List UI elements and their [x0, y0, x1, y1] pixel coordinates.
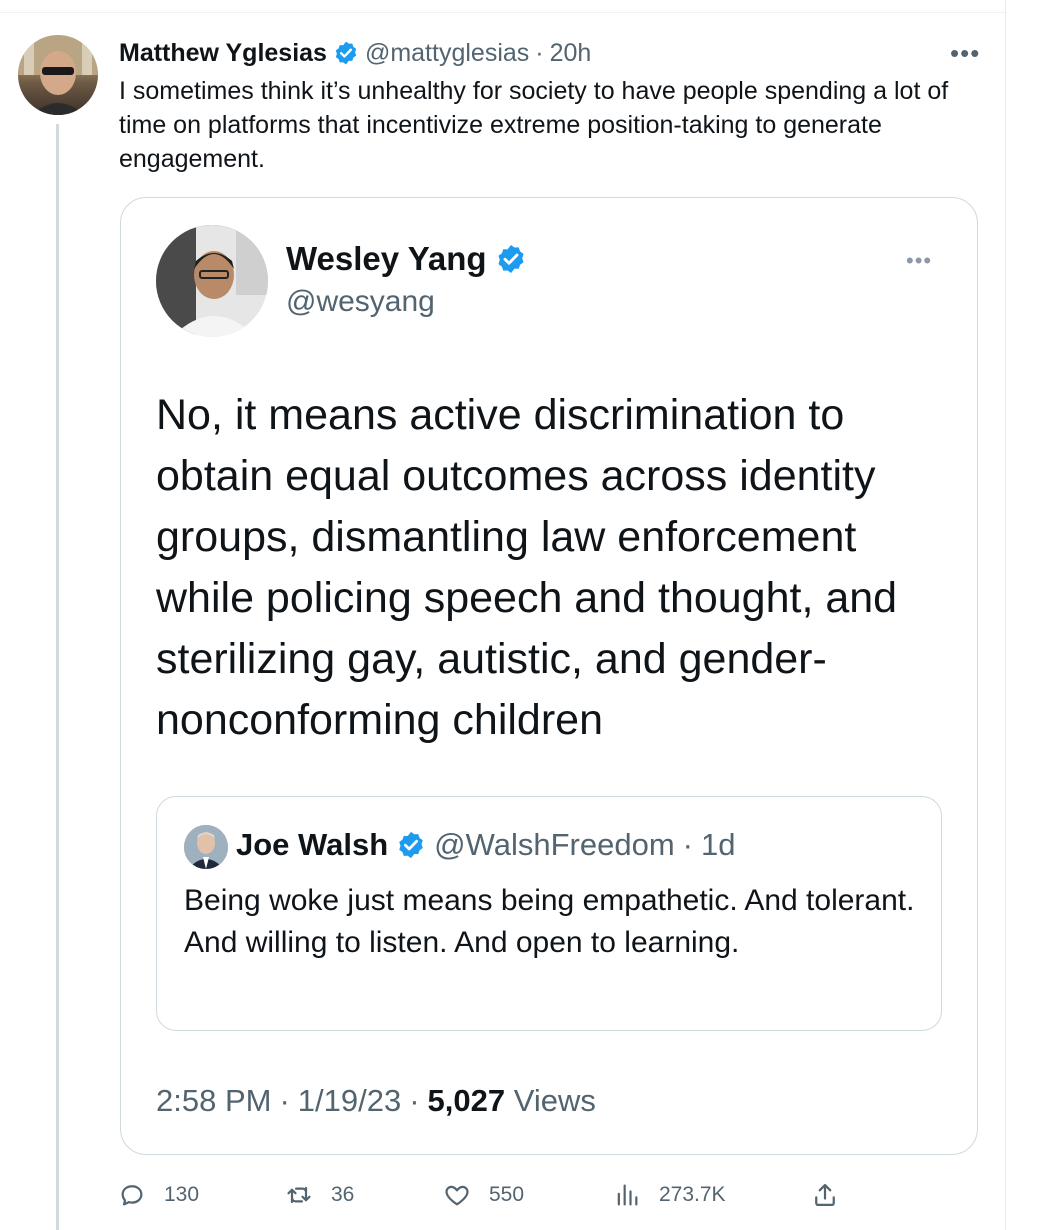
tweet-header: Matthew Yglesias @mattyglesias · 20h: [119, 34, 591, 72]
share-button[interactable]: [811, 1175, 839, 1215]
like-icon: [443, 1181, 471, 1209]
quoted-tweet-meta: 2:58 PM · 1/19/23 · 5,027 Views: [156, 1083, 596, 1119]
separator: ·: [535, 38, 544, 67]
quoted-tweet-text: No, it means active discrimination to ob…: [156, 391, 898, 744]
like-count: 550: [489, 1183, 525, 1206]
tweet-date[interactable]: 1/19/23: [298, 1083, 401, 1119]
share-icon: [811, 1181, 839, 1209]
inner-author-handle[interactable]: @WalshFreedom: [434, 827, 675, 863]
quoted-author-avatar[interactable]: [156, 225, 268, 337]
inner-tweet-header: Joe Walsh @WalshFreedom · 1d: [236, 827, 735, 863]
verified-badge-icon: [396, 830, 426, 860]
views-label: Views: [513, 1083, 596, 1118]
divider: [0, 12, 1005, 13]
more-icon[interactable]: •••: [906, 248, 932, 274]
views-button[interactable]: 273.7K: [613, 1175, 726, 1215]
divider: [1005, 0, 1006, 1230]
reply-count: 130: [164, 1183, 200, 1206]
inner-author-name[interactable]: Joe Walsh: [236, 827, 388, 863]
tweet-page: Matthew Yglesias @mattyglesias · 20h •••…: [0, 0, 1056, 1230]
inner-tweet-time[interactable]: 1d: [701, 827, 735, 863]
quoted-author-name[interactable]: Wesley Yang: [286, 240, 487, 278]
author-avatar[interactable]: [18, 35, 98, 115]
tweet-timestamp[interactable]: 2:58 PM: [156, 1083, 271, 1119]
separator: ·: [682, 827, 693, 862]
views-total: 273.7K: [659, 1183, 726, 1206]
more-icon[interactable]: •••: [950, 38, 980, 69]
reply-button[interactable]: 130: [118, 1175, 199, 1215]
separator: ·: [279, 1083, 290, 1118]
action-bar: 130 36 550 273.7K: [118, 1175, 848, 1215]
thread-line: [56, 124, 59, 1230]
quoted-author-name-row: Wesley Yang: [286, 240, 527, 278]
verified-badge-icon: [333, 40, 359, 66]
author-handle[interactable]: @mattyglesias: [365, 39, 529, 68]
inner-author-avatar[interactable]: [184, 825, 228, 869]
verified-badge-icon: [495, 243, 527, 275]
views-count: 5,027: [427, 1083, 506, 1118]
tweet-time[interactable]: 20h: [550, 39, 592, 68]
author-name[interactable]: Matthew Yglesias: [119, 39, 327, 68]
retweet-button[interactable]: 36: [285, 1175, 354, 1215]
retweet-icon: [285, 1181, 313, 1209]
retweet-count: 36: [331, 1183, 355, 1206]
tweet-text: I sometimes think it’s unhealthy for soc…: [119, 77, 949, 173]
views-icon: [613, 1181, 641, 1209]
separator: ·: [409, 1083, 420, 1118]
quoted-author-handle[interactable]: @wesyang: [286, 285, 435, 319]
inner-tweet-text: Being woke just means being empathetic. …: [184, 884, 915, 959]
reply-icon: [118, 1181, 146, 1209]
like-button[interactable]: 550: [443, 1175, 524, 1215]
